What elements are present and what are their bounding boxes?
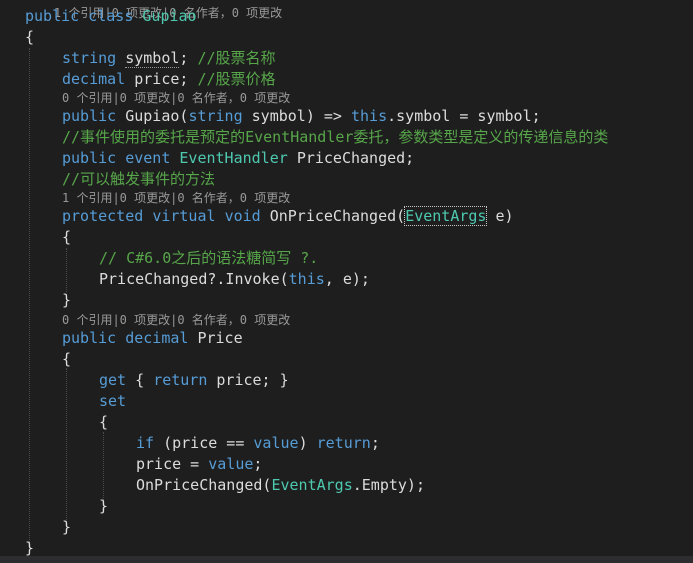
code-line-brace[interactable]: } — [25, 539, 34, 557]
identifier: Gupiao( — [125, 107, 189, 125]
highlighted-type[interactable]: EventArgs — [404, 206, 488, 226]
comment: //事件使用的委托是预定的EventHandler委托，参数类型是定义的传递信息… — [62, 128, 609, 146]
class-name: Gupiao — [142, 7, 197, 25]
brace: { — [62, 228, 72, 246]
comment: // C#6.0之后的语法糖简写 ?. — [99, 249, 319, 267]
code-line-comment-method[interactable]: //可以触发事件的方法 — [62, 170, 215, 188]
brace: { — [135, 371, 145, 389]
code-line-class[interactable]: public class Gupiao — [25, 7, 197, 25]
code-line-setter[interactable]: set — [99, 392, 126, 410]
code-line-comment-csharp6[interactable]: // C#6.0之后的语法糖简写 ?. — [99, 249, 318, 267]
codelens-constructor[interactable]: 0 个引用|0 项更改|0 名作者，0 项更改 — [62, 91, 290, 105]
punctuation: ) — [298, 434, 308, 452]
keyword: return — [153, 371, 208, 389]
keyword: public — [62, 107, 117, 125]
type-name: EventHandler — [179, 149, 288, 167]
comment: //股票名称 — [197, 49, 276, 67]
code-line-invoke[interactable]: PriceChanged?.Invoke(this, e); — [99, 270, 370, 288]
brace: } — [62, 291, 72, 309]
code-line-event[interactable]: public event EventHandler PriceChanged; — [62, 149, 414, 167]
brace: { — [25, 28, 35, 46]
indent-guide — [29, 48, 30, 548]
codelens-text[interactable]: 0 个引用|0 项更改|0 名作者，0 项更改 — [62, 91, 290, 105]
keyword: decimal — [125, 329, 189, 347]
keyword: protected — [62, 207, 144, 225]
codelens-text[interactable]: 1 个引用|0 项更改|0 名作者，0 项更改 — [62, 191, 290, 205]
indent-guide — [66, 248, 67, 292]
code-line-assign[interactable]: price = value; — [136, 455, 262, 473]
code-line-constructor[interactable]: public Gupiao(string symbol) => this.sym… — [62, 107, 541, 125]
keyword: if — [136, 434, 155, 452]
horizontal-scrollbar[interactable] — [0, 556, 693, 563]
punctuation: ; — [253, 455, 263, 473]
keyword: public — [62, 149, 117, 167]
identifier: Price — [197, 329, 243, 347]
codelens-method[interactable]: 1 个引用|0 项更改|0 名作者，0 项更改 — [62, 191, 290, 205]
keyword: get — [99, 371, 127, 389]
keyword: decimal — [62, 70, 126, 88]
keyword: virtual — [152, 207, 216, 225]
identifier: .symbol = symbol; — [387, 107, 541, 125]
identifier: OnPriceChanged( — [136, 476, 272, 494]
identifier: symbol — [125, 49, 180, 68]
brace: } — [25, 539, 35, 557]
code-line-call[interactable]: OnPriceChanged(EventArgs.Empty); — [136, 476, 425, 494]
type-name: EventArgs — [271, 476, 353, 494]
keyword: public — [25, 7, 80, 25]
keyword: value — [208, 455, 254, 473]
identifier: symbol) => — [251, 107, 342, 125]
keyword: return — [316, 434, 371, 452]
code-line-getter[interactable]: get { return price; } — [99, 371, 289, 389]
code-line-brace[interactable]: } — [62, 518, 71, 536]
code-editor[interactable]: 1 个引用|0 项更改|0 名作者，0 项更改 public class Gup… — [0, 0, 693, 563]
code-line-property[interactable]: public decimal Price — [62, 329, 243, 347]
identifier: , e); — [324, 270, 370, 288]
code-line-comment-delegate[interactable]: //事件使用的委托是预定的EventHandler委托，参数类型是定义的传递信息… — [62, 128, 608, 146]
identifier: .Empty); — [352, 476, 425, 494]
identifier: e) — [495, 207, 514, 225]
keyword: class — [88, 7, 134, 25]
identifier: price; } — [216, 371, 289, 389]
keyword: set — [99, 392, 127, 410]
keyword: this — [288, 270, 325, 288]
brace: { — [62, 350, 72, 368]
identifier: OnPriceChanged( — [269, 207, 406, 225]
code-line-field-symbol[interactable]: string symbol; //股票名称 — [62, 49, 276, 68]
code-line-brace[interactable]: } — [62, 291, 71, 309]
code-line-field-price[interactable]: decimal price; //股票价格 — [62, 70, 276, 88]
indent-guide — [66, 368, 67, 520]
identifier: price; — [134, 70, 189, 88]
identifier: (price == — [163, 434, 245, 452]
codelens-text[interactable]: 0 个引用|0 项更改|0 名作者，0 项更改 — [62, 313, 290, 327]
indent-guide — [103, 432, 104, 502]
identifier: PriceChanged?.Invoke( — [99, 270, 289, 288]
comment: //可以触发事件的方法 — [62, 170, 216, 188]
comment: //股票价格 — [197, 70, 276, 88]
identifier: PriceChanged; — [296, 149, 415, 167]
keyword: string — [188, 107, 243, 125]
code-line-brace[interactable]: } — [99, 497, 108, 515]
code-line-if[interactable]: if (price == value) return; — [136, 434, 380, 452]
keyword: event — [125, 149, 171, 167]
keyword: public — [62, 329, 117, 347]
keyword: this — [351, 107, 388, 125]
code-line-method-signature[interactable]: protected virtual void OnPriceChanged(Ev… — [62, 206, 514, 226]
brace: { — [99, 413, 109, 431]
code-line-brace[interactable]: { — [99, 413, 108, 431]
identifier: price = — [136, 455, 200, 473]
brace: } — [62, 518, 72, 536]
keyword: string — [62, 49, 117, 67]
code-line-brace[interactable]: { — [62, 350, 71, 368]
keyword: void — [224, 207, 261, 225]
brace: } — [99, 497, 109, 515]
punctuation: ; — [179, 49, 189, 67]
codelens-class[interactable]: 1 个引用|0 项更改|0 名作者，0 项更改 — [25, 0, 282, 20]
keyword: value — [253, 434, 299, 452]
code-line-brace[interactable]: { — [62, 228, 71, 246]
code-line-brace[interactable]: { — [25, 28, 34, 46]
codelens-property[interactable]: 0 个引用|0 项更改|0 名作者，0 项更改 — [62, 313, 290, 327]
punctuation: ; — [370, 434, 380, 452]
